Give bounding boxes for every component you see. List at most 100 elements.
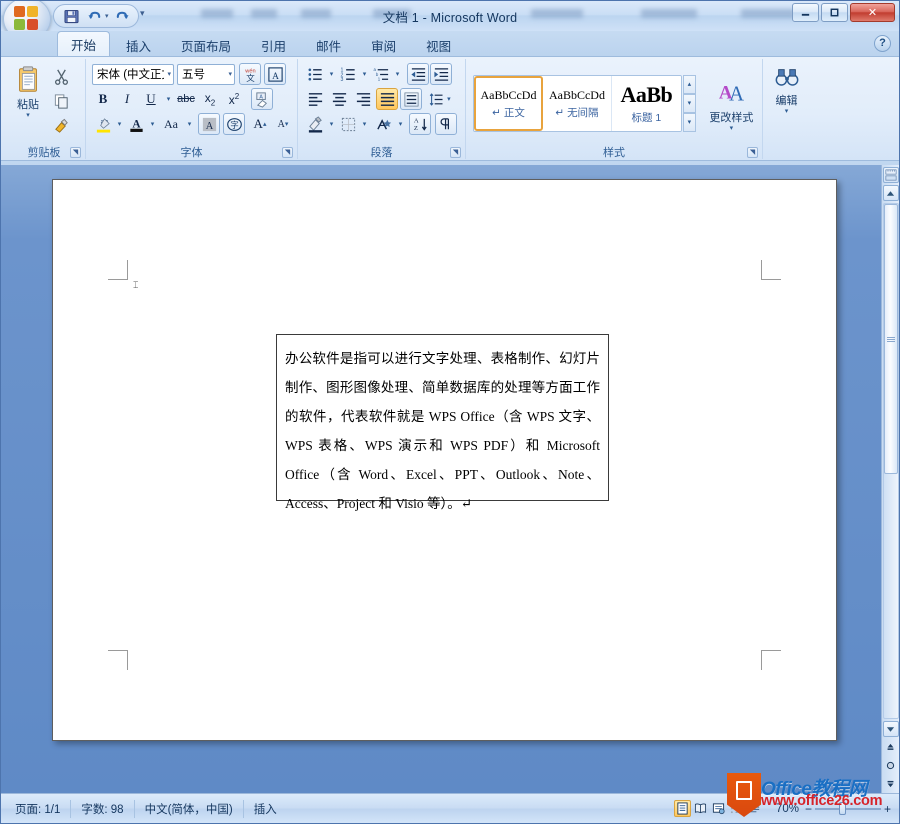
browse-object-button[interactable]: [883, 757, 899, 773]
font-color-button[interactable]: A: [125, 113, 147, 135]
highlight-caret[interactable]: ▾: [115, 120, 124, 128]
draft-view-button[interactable]: [746, 800, 763, 817]
change-case-button[interactable]: Aa: [158, 113, 184, 135]
styles-more-button[interactable]: ▾: [682, 113, 696, 132]
format-painter-button[interactable]: [50, 115, 72, 137]
styles-gallery[interactable]: AaBbCcDd ↵ 正文 AaBbCcDd ↵ 无间隔 AaBb 标题 1: [473, 75, 682, 132]
clear-formatting-button[interactable]: A: [251, 88, 273, 110]
font-dialog-launcher[interactable]: ◥: [282, 147, 293, 158]
font-size-combo[interactable]: 五号 ▾: [177, 63, 235, 85]
subscript-button[interactable]: x2: [199, 88, 221, 110]
scroll-up-button[interactable]: [882, 185, 899, 201]
zoom-slider-knob[interactable]: [839, 802, 846, 815]
increase-indent-button[interactable]: [430, 63, 452, 85]
editing-caret[interactable]: ▾: [785, 108, 789, 115]
align-left-button[interactable]: [304, 88, 326, 110]
editing-button[interactable]: 编辑 ▾: [766, 63, 807, 115]
redo-icon[interactable]: [114, 7, 132, 25]
quick-access-toolbar[interactable]: ▾: [53, 4, 139, 28]
word-count[interactable]: 字数: 98: [71, 799, 135, 818]
show-formatting-marks-button[interactable]: [435, 113, 457, 135]
font-name-combo[interactable]: 宋体 (中文正文 ▾: [92, 63, 174, 85]
decrease-indent-button[interactable]: [407, 63, 429, 85]
web-layout-view-button[interactable]: [710, 800, 727, 817]
zoom-slider-track[interactable]: [815, 807, 881, 810]
borders-caret[interactable]: ▾: [360, 120, 369, 128]
tab-home[interactable]: 开始: [57, 31, 111, 56]
character-shading-button[interactable]: A: [198, 113, 220, 135]
tab-insert[interactable]: 插入: [112, 34, 165, 56]
language-indicator[interactable]: 中文(简体，中国): [135, 799, 244, 818]
undo-dropdown-arrow[interactable]: ▾: [105, 12, 109, 20]
superscript-button[interactable]: x2: [223, 88, 245, 110]
paragraph-shading-button[interactable]: [304, 113, 326, 135]
previous-page-button[interactable]: [883, 739, 899, 755]
change-styles-button[interactable]: A A 更改样式 ▾: [704, 76, 759, 132]
multilevel-list-button[interactable]: ab1: [370, 63, 392, 85]
zoom-in-button[interactable]: +: [884, 802, 891, 816]
styles-dialog-launcher[interactable]: ◥: [747, 147, 758, 158]
page-indicator[interactable]: 页面: 1/1: [5, 799, 72, 818]
zoom-out-button[interactable]: −: [805, 802, 812, 816]
italic-button[interactable]: I: [116, 88, 138, 110]
change-case-caret[interactable]: ▾: [185, 120, 194, 128]
multilevel-list-caret[interactable]: ▾: [393, 70, 402, 78]
close-button[interactable]: ✕: [850, 3, 895, 22]
sort-button[interactable]: A Z: [409, 113, 431, 135]
line-spacing-button[interactable]: ▾: [428, 88, 454, 110]
shading-caret[interactable]: ▾: [327, 120, 336, 128]
change-styles-caret[interactable]: ▾: [730, 125, 734, 132]
grow-font-button[interactable]: A ▴: [249, 113, 271, 135]
justify-button[interactable]: [376, 88, 398, 110]
print-layout-view-button[interactable]: [674, 800, 691, 817]
distribute-button[interactable]: [400, 88, 422, 110]
save-icon[interactable]: [62, 7, 80, 25]
text-effects-caret[interactable]: ▾: [396, 120, 405, 128]
enclose-characters-button[interactable]: 字: [223, 113, 245, 135]
styles-scroll-up-button[interactable]: ▴: [682, 75, 696, 94]
font-size-caret[interactable]: ▾: [225, 70, 232, 78]
clipboard-dialog-launcher[interactable]: ◥: [70, 147, 81, 158]
ruler-toggle-icon[interactable]: [882, 167, 899, 183]
style-item-no-spacing[interactable]: AaBbCcDd ↵ 无间隔: [542, 76, 612, 131]
styles-scroll-down-button[interactable]: ▾: [682, 94, 696, 113]
undo-icon[interactable]: [85, 7, 103, 25]
underline-caret[interactable]: ▾: [164, 95, 173, 103]
phonetic-guide-button[interactable]: wén 文: [239, 63, 261, 85]
outline-view-button[interactable]: [728, 800, 745, 817]
line-spacing-caret[interactable]: ▾: [445, 95, 453, 103]
minimize-button[interactable]: [792, 3, 819, 22]
insert-mode-indicator[interactable]: 插入: [244, 800, 287, 818]
bullet-list-caret[interactable]: ▾: [327, 70, 336, 78]
text-effects-button[interactable]: [373, 113, 395, 135]
document-canvas[interactable]: ⌶ 办公软件是指可以进行文字处理、表格制作、幻灯片制作、图形图像处理、简单数据库…: [1, 165, 899, 793]
next-page-button[interactable]: [883, 775, 899, 791]
tab-view[interactable]: 视图: [412, 34, 465, 56]
tab-mailings[interactable]: 邮件: [302, 34, 355, 56]
full-screen-reading-view-button[interactable]: [692, 800, 709, 817]
restore-button[interactable]: [821, 3, 848, 22]
paragraph-dialog-launcher[interactable]: ◥: [450, 147, 461, 158]
customize-quick-access-toolbar-button[interactable]: ▾: [140, 8, 145, 19]
tab-page-layout[interactable]: 页面布局: [167, 34, 245, 56]
tab-review[interactable]: 审阅: [357, 34, 410, 56]
numbered-list-button[interactable]: 123: [337, 63, 359, 85]
help-icon[interactable]: ?: [874, 35, 891, 52]
scroll-down-button[interactable]: [882, 721, 899, 737]
tab-references[interactable]: 引用: [247, 34, 300, 56]
strikethrough-button[interactable]: abc: [175, 88, 197, 110]
document-text-box[interactable]: 办公软件是指可以进行文字处理、表格制作、幻灯片制作、图形图像处理、简单数据库的处…: [276, 334, 609, 511]
cut-button[interactable]: [50, 65, 72, 87]
document-page[interactable]: ⌶ 办公软件是指可以进行文字处理、表格制作、幻灯片制作、图形图像处理、简单数据库…: [52, 179, 837, 741]
align-right-button[interactable]: [352, 88, 374, 110]
underline-button[interactable]: U: [140, 88, 162, 110]
scroll-thumb[interactable]: [883, 204, 898, 474]
font-color-caret[interactable]: ▾: [148, 120, 157, 128]
zoom-level[interactable]: 70%: [769, 803, 799, 815]
zoom-slider[interactable]: − +: [805, 801, 891, 817]
vertical-scrollbar[interactable]: [881, 165, 899, 793]
borders-button[interactable]: [337, 113, 359, 135]
styles-gallery-nav[interactable]: ▴ ▾ ▾: [682, 75, 696, 132]
bullet-list-button[interactable]: [304, 63, 326, 85]
shrink-font-button[interactable]: A ▾: [272, 113, 294, 135]
